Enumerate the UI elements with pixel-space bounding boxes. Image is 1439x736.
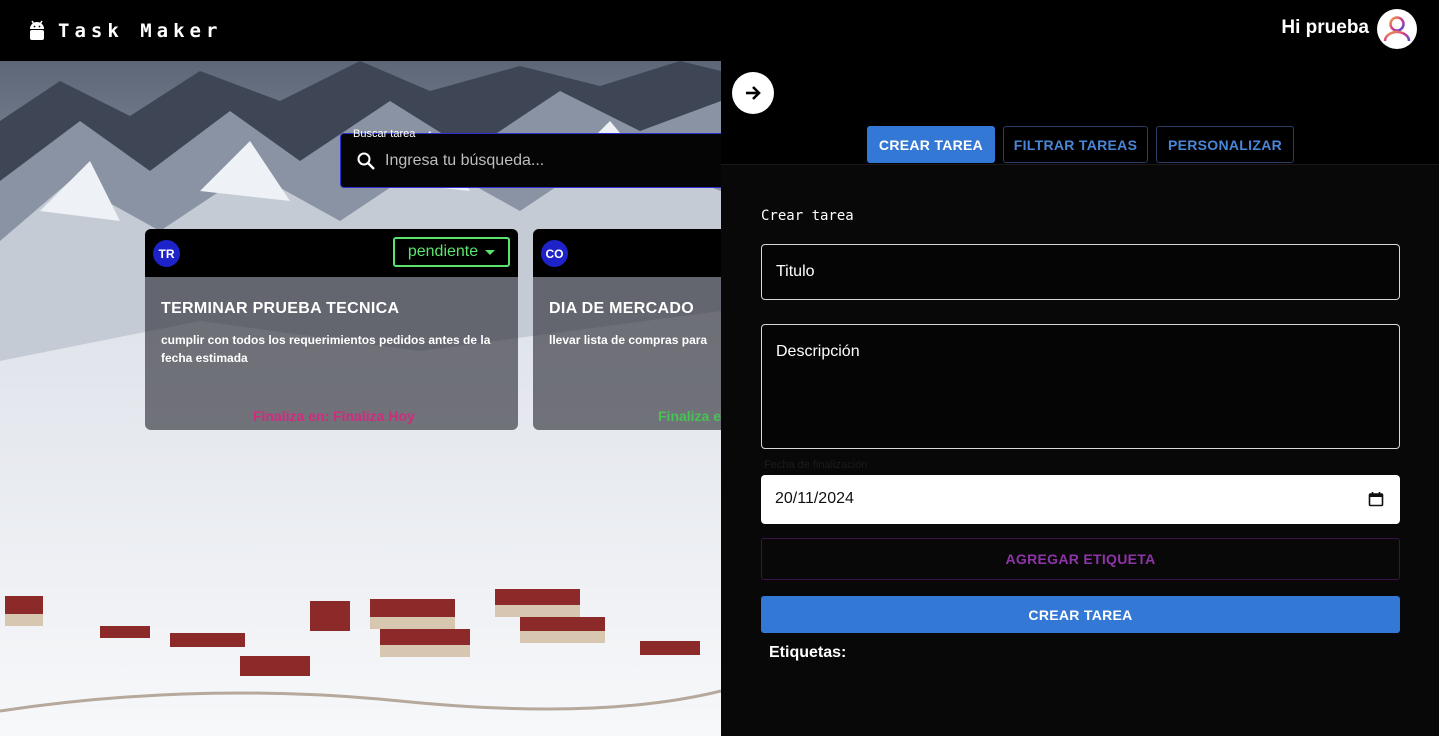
status-label: pendiente bbox=[407, 243, 479, 260]
create-task-button[interactable]: CREAR TAREA bbox=[761, 596, 1400, 633]
search-bar[interactable]: Buscar tarea bbox=[340, 128, 721, 188]
task-card-header: TR pendiente bbox=[145, 229, 518, 277]
date-value: 20/11/2024 bbox=[775, 490, 854, 507]
add-tag-button[interactable]: AGREGAR ETIQUETA bbox=[761, 538, 1400, 580]
app-title: Task Maker bbox=[58, 19, 223, 42]
task-due: Finaliza e bbox=[658, 408, 721, 424]
tab-crear-tarea[interactable]: CREAR TAREA bbox=[867, 126, 995, 163]
task-card-header: CO bbox=[533, 229, 721, 277]
brand[interactable]: Task Maker bbox=[28, 20, 222, 42]
user-greeting: Hi prueba bbox=[1281, 17, 1369, 38]
task-title: TERMINAR PRUEBA TECNICA bbox=[161, 300, 400, 317]
title-field[interactable]: Titulo bbox=[761, 244, 1400, 300]
caret-down-icon bbox=[485, 249, 496, 255]
android-logo-icon bbox=[30, 20, 44, 40]
date-label: Fecha de finalización bbox=[764, 459, 868, 471]
task-description: cumplir con todos los requerimientos ped… bbox=[161, 333, 491, 365]
task-title: DIA DE MERCADO bbox=[549, 300, 694, 317]
tags-label: Etiquetas: bbox=[769, 644, 847, 661]
task-avatar: TR bbox=[153, 240, 180, 267]
task-description: llevar lista de compras para bbox=[549, 333, 708, 347]
user-avatar-icon bbox=[1379, 11, 1415, 47]
task-avatar: CO bbox=[541, 240, 568, 267]
status-dropdown[interactable]: pendiente bbox=[393, 237, 510, 267]
tab-filtrar-tareas[interactable]: FILTRAR TAREAS bbox=[1003, 126, 1148, 163]
title-placeholder: Titulo bbox=[776, 263, 815, 280]
form-heading: Crear tarea bbox=[761, 208, 854, 224]
search-input[interactable] bbox=[385, 144, 705, 178]
arrow-right-icon bbox=[746, 86, 761, 100]
description-placeholder: Descripción bbox=[776, 343, 860, 360]
task-due: Finaliza en: Finaliza Hoy bbox=[253, 408, 415, 424]
date-input[interactable]: 20/11/2024 bbox=[761, 475, 1400, 524]
panel-toggle-button[interactable] bbox=[732, 72, 774, 114]
task-card[interactable]: TR pendiente TERMINAR PRUEBA TECNICA cum… bbox=[145, 229, 518, 430]
user-avatar[interactable] bbox=[1377, 9, 1417, 49]
calendar-icon[interactable] bbox=[1368, 491, 1384, 507]
app-bar: Task Maker Hi prueba bbox=[0, 0, 1439, 61]
task-card[interactable]: CO DIA DE MERCADO llevar lista de compra… bbox=[533, 229, 721, 430]
search-icon bbox=[357, 152, 375, 170]
search-label: Buscar tarea bbox=[353, 128, 416, 140]
tab-personalizar[interactable]: PERSONALIZAR bbox=[1156, 126, 1294, 163]
description-field[interactable]: Descripción bbox=[761, 324, 1400, 449]
